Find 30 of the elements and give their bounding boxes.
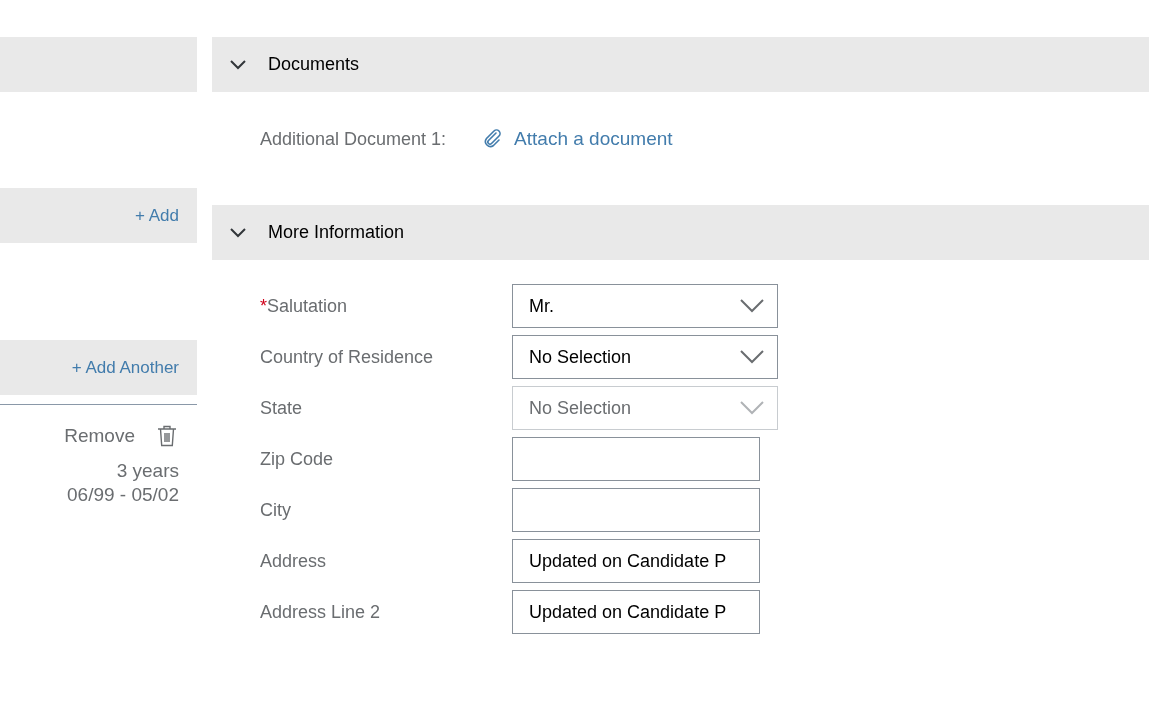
section-header[interactable]: More Information — [212, 205, 1149, 260]
chevron-down-icon — [230, 59, 246, 70]
field-label: Additional Document 1: — [260, 128, 447, 150]
field-label: Address — [260, 550, 328, 572]
dropdown[interactable]: No Selection — [512, 335, 778, 379]
field-label: City — [260, 499, 292, 521]
trash-icon[interactable] — [157, 425, 177, 447]
section-title: More Information — [268, 222, 405, 243]
dropdown[interactable]: Mr. — [512, 284, 778, 328]
add-link[interactable]: + Add — [135, 205, 179, 226]
field-label: Country of Residence — [260, 346, 435, 368]
date-range-text: 06/99 - 05/02 — [67, 483, 179, 507]
add-link[interactable]: + Add Another — [71, 357, 179, 378]
field-label: *Salutation — [260, 295, 349, 317]
section-title: Documents — [268, 54, 360, 75]
input-field[interactable] — [512, 488, 760, 532]
chevron-down-icon — [230, 227, 246, 238]
attach-document-link[interactable]: Attach a document — [514, 128, 673, 150]
chevron-down-icon — [740, 299, 764, 313]
input-field[interactable]: Updated on Candidate P — [512, 590, 760, 634]
field-label: State — [260, 397, 304, 419]
remove-label: Remove — [64, 425, 135, 447]
field-label: Address Line 2 — [260, 601, 382, 623]
duration-text: 3 years — [116, 459, 179, 483]
input-field[interactable] — [512, 437, 760, 481]
field-label: Zip Code — [260, 448, 335, 470]
chevron-down-icon — [740, 350, 764, 364]
chevron-down-icon — [740, 401, 764, 415]
section-header[interactable]: Documents — [212, 37, 1149, 92]
input-field[interactable]: Updated on Candidate P — [512, 539, 760, 583]
